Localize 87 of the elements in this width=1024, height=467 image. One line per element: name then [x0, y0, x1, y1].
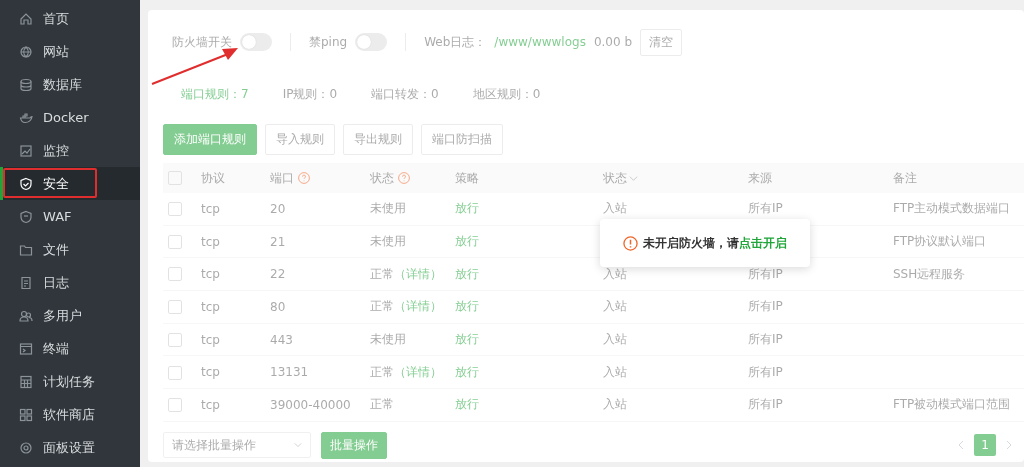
sidebar-item[interactable]: 计划任务 [0, 365, 140, 398]
table-cell: 正常 [370, 299, 394, 314]
table-cell: 入站 [603, 266, 627, 281]
sidebar-item[interactable]: 网站 [0, 35, 140, 68]
switch-label: 禁ping [309, 33, 348, 51]
table-cell: 入站 [603, 397, 627, 412]
enable-link[interactable]: 点击开启 [739, 235, 787, 250]
table-cell: 所有IP [748, 201, 783, 216]
table-cell: 入站 [603, 299, 627, 314]
table-cell: tcp [201, 234, 220, 249]
table-cell: FTP主动模式数据端口 [893, 201, 1011, 216]
sidebar-item[interactable]: 终端 [0, 332, 140, 365]
sidebar-item[interactable]: 安全 [0, 167, 140, 200]
sidebar-item[interactable]: 日志 [0, 266, 140, 299]
sidebar-item[interactable]: 面板设置 [0, 431, 140, 464]
detail-link[interactable]: （详情） [394, 364, 442, 379]
table-cell: 入站 [603, 201, 627, 216]
table-cell: 放行 [455, 234, 479, 249]
table-cell: tcp [201, 267, 220, 282]
table-cell: tcp [201, 332, 220, 347]
table-cell: FTP协议默认端口 [893, 234, 987, 249]
detail-link[interactable]: （详情） [394, 299, 442, 314]
add-rule-button[interactable]: 添加端口规则 [163, 124, 257, 155]
detail-link[interactable]: （详情） [394, 266, 442, 281]
sidebar-item[interactable]: WAF [0, 200, 140, 233]
column-label: 状态 [603, 170, 627, 185]
batch-select[interactable]: 请选择批量操作 [163, 432, 311, 459]
table-cell: 未使用 [370, 332, 406, 347]
table-cell: SSH远程服务 [893, 266, 966, 281]
table-cell: 入站 [603, 364, 627, 379]
table-cell: 放行 [455, 364, 479, 379]
table-cell: 20 [270, 201, 286, 216]
switch-label: 防火墙开关 [172, 33, 232, 51]
table-cell: 所有IP [748, 266, 783, 281]
column-label: 协议 [201, 170, 225, 185]
table-cell: 入站 [603, 332, 627, 347]
table-cell: 放行 [455, 266, 479, 281]
table-cell: 13131 [270, 365, 309, 380]
column-label: 来源 [748, 170, 772, 185]
column-label: 端口 [270, 170, 294, 185]
sidebar-item[interactable]: 数据库 [0, 68, 140, 101]
rule-tab[interactable]: 端口规则：7 [181, 81, 249, 107]
table-cell: tcp [201, 397, 220, 412]
table-cell: 放行 [455, 397, 479, 412]
table-cell: tcp [201, 299, 220, 314]
sidebar-item[interactable]: 监控 [0, 134, 140, 167]
rule-tab[interactable]: IP规则：0 [282, 81, 338, 107]
table-cell: 所有IP [748, 299, 783, 314]
batch-button[interactable]: 批量操作 [321, 431, 387, 459]
toolbar-button[interactable]: 导出规则 [343, 124, 413, 155]
table-cell: 39000-40000 [270, 397, 351, 412]
page-number[interactable]: 1 [974, 434, 996, 457]
column-label: 状态 [370, 170, 394, 185]
table-cell: 正常 [370, 364, 394, 379]
table-cell: 22 [270, 267, 286, 282]
sidebar-item[interactable]: Docker [0, 101, 140, 134]
web-log-size: 0.00 b [593, 35, 633, 49]
table-cell: 未使用 [370, 234, 406, 249]
column-label: 备注 [893, 170, 917, 185]
web-log-label: Web日志： [424, 33, 487, 51]
rule-tab[interactable]: 端口转发：0 [371, 81, 439, 107]
toolbar-button[interactable]: 端口防扫描 [421, 124, 503, 155]
table-cell: 所有IP [748, 397, 783, 412]
table-cell: 443 [270, 332, 293, 347]
table-cell: tcp [201, 201, 220, 216]
column-label: 策略 [455, 170, 479, 185]
table-cell: 80 [270, 299, 286, 314]
sidebar-item[interactable]: 软件商店 [0, 398, 140, 431]
table-cell: FTP被动模式端口范围 [893, 397, 1011, 412]
table-cell: tcp [201, 365, 220, 380]
table-cell: 放行 [455, 201, 479, 216]
table-cell: 未使用 [370, 201, 406, 216]
sidebar-item[interactable]: 首页 [0, 2, 140, 35]
rule-tab[interactable]: 地区规则：0 [472, 81, 541, 107]
web-log-path: /www/wwwlogs [494, 35, 586, 49]
table-cell: 所有IP [748, 332, 783, 347]
sidebar-item[interactable]: 文件 [0, 233, 140, 266]
table-cell: 正常 [370, 266, 394, 281]
table-cell: 所有IP [748, 364, 783, 379]
sidebar-item[interactable]: 多用户 [0, 299, 140, 332]
table-cell: 21 [270, 234, 286, 249]
clear-button[interactable]: 清空 [640, 28, 683, 56]
table-cell: 放行 [455, 332, 479, 347]
table-cell: 正常 [370, 397, 394, 412]
notice-message: 未开启防火墙，请点击开启 [643, 234, 787, 252]
table-cell: 放行 [455, 299, 479, 314]
toolbar-button[interactable]: 导入规则 [265, 124, 335, 155]
